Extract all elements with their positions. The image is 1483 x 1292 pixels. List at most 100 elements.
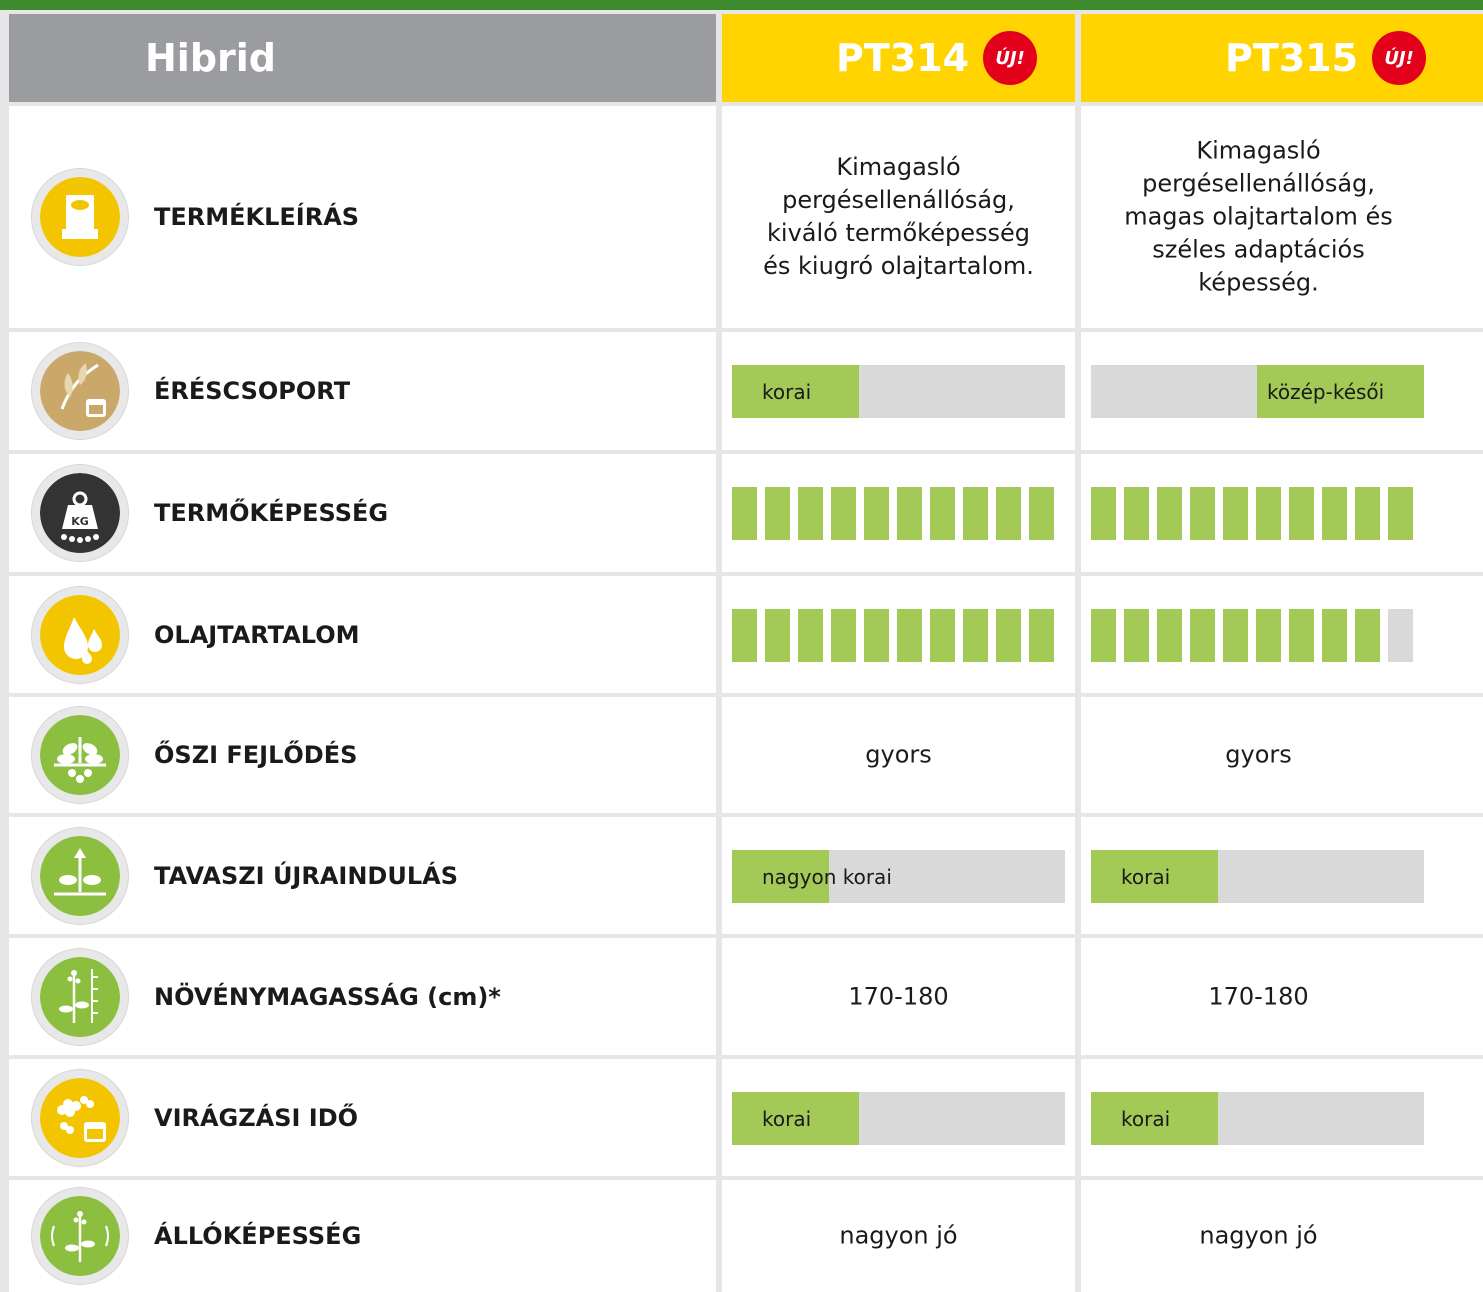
row-label-cell: TAVASZI ÚJRAINDULÁS (9, 817, 716, 934)
header-product-cell: PT314 ÚJ! (722, 14, 1075, 102)
level-bar-label: korai (1121, 1106, 1171, 1131)
rating-segments (1091, 609, 1413, 662)
value-cell: nagyon jó (722, 1180, 1075, 1292)
header-label: Hibrid (145, 36, 276, 80)
value-text: nagyon jó (1199, 1221, 1318, 1250)
header-product-cell: PT315 ÚJ! (1081, 14, 1483, 102)
top-accent-bar (0, 0, 1483, 10)
row-label-cell: ÉRÉSCSOPORT (9, 332, 716, 450)
value-cell: nagyon jó (1081, 1180, 1483, 1292)
level-bar: korai (732, 1092, 1065, 1145)
level-bar: nagyon korai (732, 850, 1065, 903)
header-label-cell: Hibrid (9, 14, 716, 102)
rating-segment-filled (732, 609, 757, 662)
product-name: PT315 (1225, 36, 1359, 80)
value-cell: korai (722, 1059, 1075, 1176)
rating-segments (1091, 487, 1413, 540)
value-cell: nagyon korai (722, 817, 1075, 934)
value-cell: 170-180 (1081, 938, 1483, 1055)
level-bar-label: korai (1121, 864, 1171, 889)
row-label: TAVASZI ÚJRAINDULÁS (154, 861, 458, 890)
seed-bag-icon (31, 168, 129, 266)
value-cell: gyors (722, 697, 1075, 813)
value-text: Kimagasló pergésellenállóság, magas olaj… (1124, 136, 1393, 297)
rating-segment-filled (1157, 609, 1182, 662)
value-text: 170-180 (1208, 982, 1309, 1010)
row-label: VIRÁGZÁSI IDŐ (154, 1103, 359, 1132)
value-text: gyors (865, 740, 932, 769)
rating-segments (732, 609, 1054, 662)
row-label-cell: OLAJTARTALOM (9, 576, 716, 693)
row-label: NÖVÉNYMAGASSÁG (cm)* (154, 982, 501, 1011)
rating-segment-filled (732, 487, 757, 540)
plant-height-ruler-icon (31, 948, 129, 1046)
value-cell: korai (722, 332, 1075, 450)
rating-segment-filled (864, 609, 889, 662)
rating-segments (732, 487, 1054, 540)
svg-text:KG: KG (71, 515, 89, 528)
rating-segment-filled (1124, 487, 1149, 540)
level-bar: korai (732, 365, 1065, 418)
row-label-cell: ŐSZI FEJLŐDÉS (9, 697, 716, 813)
rating-segment-filled (864, 487, 889, 540)
rating-segment-filled (831, 609, 856, 662)
plant-arrow-up-icon (31, 827, 129, 925)
standing-plant-icon (31, 1187, 129, 1285)
new-badge: ÚJ! (983, 31, 1038, 85)
row-label: ÉRÉSCSOPORT (154, 377, 351, 405)
rating-segment-filled (1091, 487, 1116, 540)
rating-segment-filled (1256, 609, 1281, 662)
rating-segment-filled (765, 609, 790, 662)
oil-drops-icon (31, 586, 129, 684)
rating-segment-filled (1190, 487, 1215, 540)
value-text: 170-180 (848, 982, 949, 1010)
level-bar-label: korai (762, 379, 812, 404)
rating-segment-filled (1029, 487, 1054, 540)
rating-segment-filled (1029, 609, 1054, 662)
row-label-cell: NÖVÉNYMAGASSÁG (cm)* (9, 938, 716, 1055)
rating-segment-filled (1256, 487, 1281, 540)
rating-segment-filled (897, 487, 922, 540)
row-label: ŐSZI FEJLŐDÉS (154, 741, 358, 769)
rating-segment-filled (1190, 609, 1215, 662)
level-bar-label: közép-késői (1267, 379, 1385, 404)
value-cell (722, 576, 1075, 693)
value-text: gyors (1225, 740, 1292, 769)
rating-segment-filled (1124, 609, 1149, 662)
level-bar-label: korai (762, 1106, 812, 1131)
row-label: ÁLLÓKÉPESSÉG (154, 1222, 362, 1250)
rating-segment-filled (897, 609, 922, 662)
rating-segment-filled (765, 487, 790, 540)
row-label-cell: VIRÁGZÁSI IDŐ (9, 1059, 716, 1176)
value-cell: 170-180 (722, 938, 1075, 1055)
rating-segment-filled (1355, 609, 1380, 662)
row-label: OLAJTARTALOM (154, 620, 360, 649)
level-bar-label: nagyon korai (762, 864, 892, 889)
rating-segment-filled (1157, 487, 1182, 540)
product-name: PT314 (836, 36, 970, 80)
value-cell: korai (1081, 817, 1483, 934)
level-bar: korai (1091, 1092, 1424, 1145)
leaf-calendar-icon (31, 342, 129, 440)
rating-segment-filled (1355, 487, 1380, 540)
flower-calendar-icon (31, 1069, 129, 1167)
row-label-cell: ÁLLÓKÉPESSÉG (9, 1180, 716, 1292)
rating-segment-filled (930, 609, 955, 662)
rating-segment-filled (831, 487, 856, 540)
new-badge: ÚJ! (1372, 31, 1427, 85)
rating-segment-filled (996, 487, 1021, 540)
rating-segment-filled (1223, 609, 1248, 662)
rating-segment-filled (996, 609, 1021, 662)
value-cell: Kimagasló pergésellenállóság, kiváló ter… (722, 106, 1075, 328)
level-bar: közép-késői (1091, 365, 1424, 418)
value-cell (1081, 454, 1483, 572)
rating-segment-filled (1091, 609, 1116, 662)
value-cell: közép-késői (1081, 332, 1483, 450)
rating-segment-filled (1289, 487, 1314, 540)
value-cell: gyors (1081, 697, 1483, 813)
value-text: nagyon jó (839, 1221, 958, 1250)
rating-segment-filled (1322, 609, 1347, 662)
kg-weight-icon: KG (31, 464, 129, 562)
rating-segment-empty (1388, 609, 1413, 662)
level-bar: korai (1091, 850, 1424, 903)
